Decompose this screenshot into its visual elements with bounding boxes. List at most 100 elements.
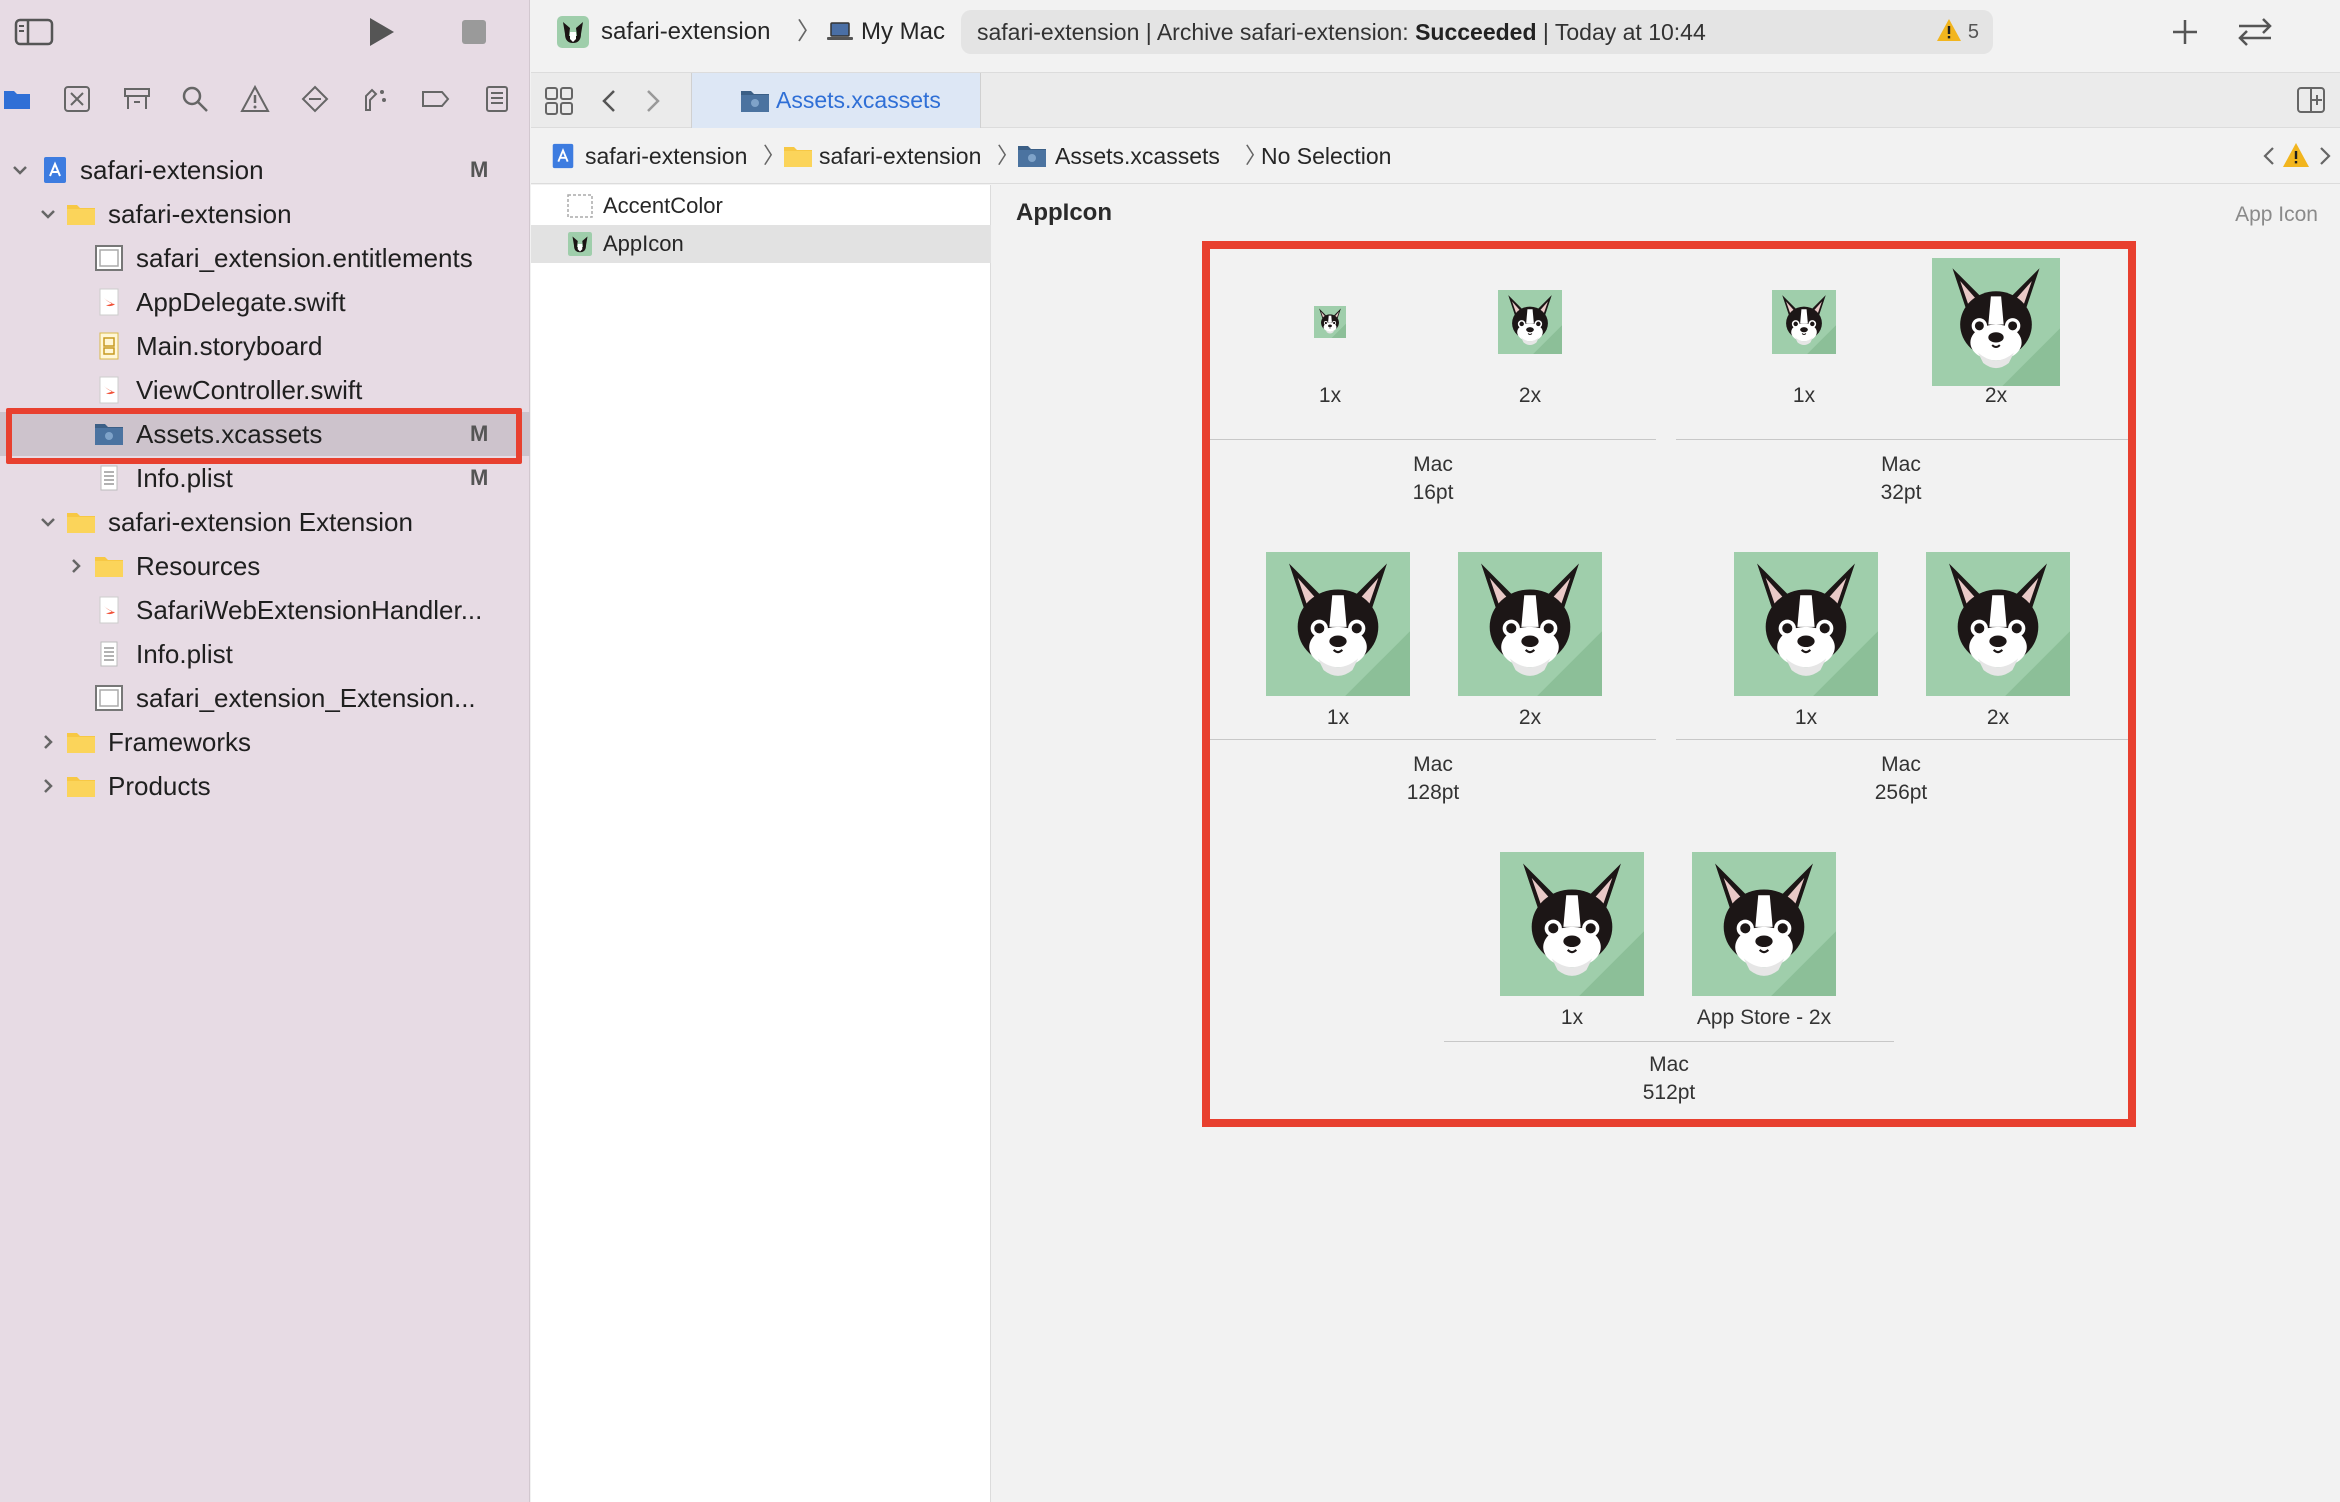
issue-navigator-icon[interactable] (240, 84, 270, 114)
tree-row-folder[interactable]: Resources (0, 544, 530, 588)
group-label: Mac 128pt (1333, 751, 1533, 807)
breadcrumb-asset-catalog[interactable]: Assets.xcassets (1013, 128, 1220, 184)
tree-row-folder[interactable]: safari-extension Extension (0, 500, 530, 544)
navigator-selector-bar (0, 74, 530, 124)
asset-list: AccentColor AppIcon (531, 185, 991, 1502)
breadcrumb-selection[interactable]: No Selection (1245, 128, 1391, 184)
stop-icon[interactable] (458, 16, 490, 48)
group-platform: Mac (1881, 753, 1921, 776)
dog-icon (1692, 852, 1836, 996)
tree-row-file[interactable]: safari_extension_Extension... (0, 676, 530, 720)
chevron-left-icon[interactable] (597, 85, 621, 117)
chevron-right-icon[interactable] (2316, 144, 2334, 168)
dog-icon (1266, 552, 1410, 696)
chevron-right-icon[interactable] (66, 556, 86, 576)
asset-row-appicon[interactable]: AppIcon (531, 225, 991, 263)
tree-row-file[interactable]: safari_extension.entitlements (0, 236, 530, 280)
folder-icon (67, 733, 95, 753)
chevron-right-icon[interactable] (38, 732, 58, 752)
run-destination: My Mac (861, 18, 945, 45)
status-suffix: | Today at 10:44 (1536, 19, 1706, 45)
symbol-navigator-icon[interactable] (122, 84, 152, 114)
status-result: Succeeded (1415, 19, 1537, 45)
editor-tab-bar: Assets.xcassets (531, 72, 2340, 128)
asset-catalog-icon (741, 91, 769, 112)
breakpoint-navigator-icon[interactable] (420, 84, 450, 114)
app-icon (557, 16, 589, 48)
tree-row-file[interactable]: ViewController.swift (0, 368, 530, 412)
dog-icon (1500, 852, 1644, 996)
tree-row-file[interactable]: Info.plist (0, 632, 530, 676)
group-divider (1210, 739, 1656, 740)
warning-icon[interactable] (2282, 142, 2310, 168)
dog-icon (1926, 552, 2070, 696)
group-label: Mac 32pt (1801, 451, 2001, 507)
icon-slots-highlight: 1x 2x Mac 16pt 1x 2x Mac 32pt 1x 2x Mac … (1202, 241, 2136, 1127)
find-navigator-icon[interactable] (180, 84, 210, 114)
group-divider (1676, 739, 2128, 740)
icon-slot-256pt-1x[interactable]: 1x (1734, 552, 1878, 729)
scheme-name: safari-extension (601, 18, 771, 45)
chevron-down-icon[interactable] (10, 160, 30, 180)
project-navigator-icon[interactable] (2, 84, 32, 114)
tree-row-label: Resources (136, 551, 261, 581)
related-items-grid-icon[interactable] (543, 85, 575, 117)
tree-row-folder[interactable]: Frameworks (0, 720, 530, 764)
group-platform: Mac (1881, 453, 1921, 476)
selection-highlight-box (6, 408, 522, 464)
icon-slot-128pt-1x[interactable]: 1x (1266, 552, 1410, 729)
debug-navigator-icon[interactable] (360, 84, 390, 114)
asset-label: AccentColor (603, 193, 723, 218)
chevron-down-icon[interactable] (38, 204, 58, 224)
icon-slot-16pt-2x[interactable]: 2x (1498, 290, 1562, 407)
tree-row-folder[interactable]: Products (0, 764, 530, 808)
breadcrumb-group[interactable]: safari-extension (779, 128, 981, 184)
chevron-down-icon[interactable] (38, 512, 58, 532)
sidebar-toggle-icon[interactable] (14, 18, 54, 46)
icon-slot-128pt-2x[interactable]: 2x (1458, 552, 1602, 729)
icon-slot-512pt-appstore[interactable]: App Store - 2x (1692, 852, 1836, 1029)
breadcrumb-label: safari-extension (819, 143, 982, 169)
icon-slot-512pt-1x[interactable]: 1x (1500, 852, 1644, 1029)
tree-row-file[interactable]: AppDelegate.swift (0, 280, 530, 324)
tree-row-label: safari_extension_Extension... (136, 683, 476, 713)
report-navigator-icon[interactable] (482, 84, 512, 114)
tree-row-label: ViewController.swift (136, 375, 363, 405)
chevron-left-icon[interactable] (2260, 144, 2278, 168)
slot-caption: 2x (1518, 706, 1542, 729)
laptop-icon (827, 22, 853, 40)
group-platform: Mac (1413, 753, 1453, 776)
add-editor-split-icon[interactable] (2296, 85, 2326, 115)
tree-row-project[interactable]: safari-extension M (0, 148, 530, 192)
tree-row-file[interactable]: SafariWebExtensionHandler... (0, 588, 530, 632)
breadcrumb-label: safari-extension (585, 143, 748, 169)
breadcrumb-project[interactable]: safari-extension (545, 128, 747, 184)
group-size: 32pt (1880, 481, 1922, 504)
warnings-indicator[interactable]: 5 (1936, 10, 1979, 54)
tree-row-label: safari-extension (80, 155, 264, 185)
warning-count: 5 (1967, 21, 1979, 43)
asset-row-accentcolor[interactable]: AccentColor (531, 187, 991, 225)
chevron-right-icon[interactable] (38, 776, 58, 796)
tree-row-file[interactable]: Main.storyboard (0, 324, 530, 368)
run-icon[interactable] (362, 14, 398, 50)
add-icon[interactable] (2167, 14, 2203, 50)
navigator-sidebar: safari-extension M safari-extension safa… (0, 0, 530, 1502)
group-size: 512pt (1642, 1081, 1696, 1104)
icon-slot-32pt-2x[interactable]: 2x (1932, 258, 2060, 407)
dog-icon (1458, 552, 1602, 696)
code-review-swap-icon[interactable] (2235, 14, 2275, 50)
tab-assets-xcassets[interactable]: Assets.xcassets (691, 73, 981, 128)
dog-icon (1498, 290, 1562, 354)
group-size: 256pt (1874, 781, 1928, 804)
asset-title: AppIcon (1016, 199, 1112, 226)
icon-slot-16pt-1x[interactable]: 1x (1314, 306, 1346, 407)
source-control-navigator-icon[interactable] (62, 84, 92, 114)
chevron-right-icon[interactable] (641, 85, 665, 117)
icon-slot-256pt-2x[interactable]: 2x (1926, 552, 2070, 729)
group-label: Mac 16pt (1333, 451, 1533, 507)
tree-row-folder[interactable]: safari-extension (0, 192, 530, 236)
activity-status-bar[interactable]: safari-extension | Archive safari-extens… (961, 10, 1993, 54)
icon-slot-32pt-1x[interactable]: 1x (1772, 290, 1836, 407)
test-navigator-icon[interactable] (300, 84, 330, 114)
